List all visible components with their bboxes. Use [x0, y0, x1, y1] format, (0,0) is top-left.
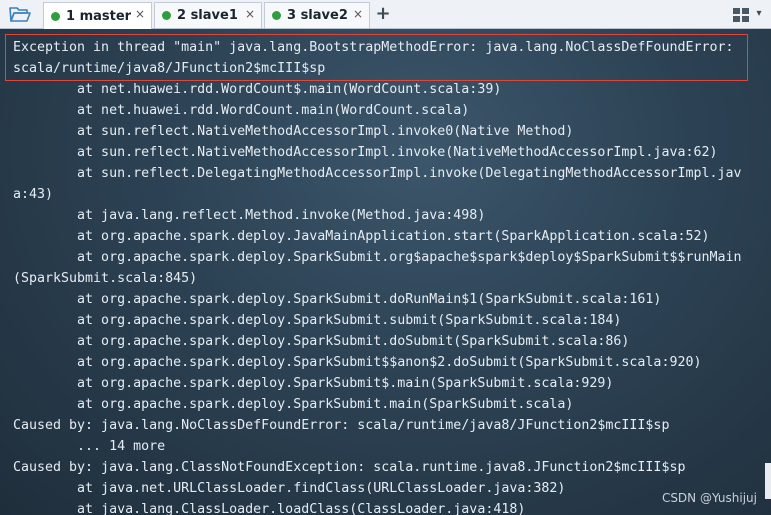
- session-status-icon: [51, 11, 60, 21]
- close-icon[interactable]: ×: [353, 7, 363, 21]
- terminal-line: at net.huawei.rdd.WordCount.main(WordCou…: [13, 103, 470, 118]
- terminal-line: at org.apache.spark.deploy.SparkSubmit.o…: [13, 250, 742, 265]
- terminal-line: at org.apache.spark.deploy.SparkSubmit.d…: [13, 292, 662, 307]
- terminal-line: at org.apache.spark.deploy.SparkSubmit.m…: [13, 397, 574, 412]
- tab-bar: 1 master × 2 slave1 × 3 slave2 × + ▾: [0, 0, 771, 29]
- terminal-app-window: 1 master × 2 slave1 × 3 slave2 × + ▾ Exc…: [0, 0, 771, 515]
- terminal-output[interactable]: Exception in thread "main" java.lang.Boo…: [0, 29, 771, 515]
- chevron-down-icon[interactable]: ▾: [752, 6, 766, 22]
- tab-label: 3 slave2: [287, 8, 348, 23]
- folder-open-icon[interactable]: [5, 3, 35, 25]
- tab-label: 1 master: [66, 8, 132, 24]
- scrollbar-thumb[interactable]: [765, 463, 771, 499]
- terminal-line: at net.huawei.rdd.WordCount$.main(WordCo…: [13, 82, 502, 97]
- terminal-line: at java.net.URLClassLoader.findClass(URL…: [13, 481, 566, 496]
- session-status-icon: [272, 11, 281, 20]
- session-status-icon: [162, 11, 171, 20]
- tab-slave2[interactable]: 3 slave2 ×: [264, 2, 370, 28]
- tab-master[interactable]: 1 master ×: [43, 2, 152, 29]
- terminal-line: at org.apache.spark.deploy.SparkSubmit.d…: [13, 334, 630, 349]
- watermark-text: CSDN @Yushijuj: [661, 491, 757, 505]
- add-tab-button[interactable]: +: [373, 3, 393, 25]
- terminal-line: at sun.reflect.DelegatingMethodAccessorI…: [13, 166, 742, 181]
- terminal-line: Caused by: java.lang.NoClassDefFoundErro…: [13, 418, 670, 433]
- terminal-line: (SparkSubmit.scala:845): [13, 271, 198, 286]
- terminal-line: a:43): [13, 187, 54, 202]
- terminal-line: at org.apache.spark.deploy.SparkSubmit.s…: [13, 313, 622, 328]
- close-icon[interactable]: ×: [245, 7, 255, 21]
- terminal-line: at org.apache.spark.deploy.JavaMainAppli…: [13, 229, 710, 244]
- tab-label: 2 slave1: [177, 8, 238, 23]
- terminal-line: at java.lang.reflect.Method.invoke(Metho…: [13, 208, 486, 223]
- grid-layout-icon[interactable]: [733, 7, 749, 22]
- terminal-line: scala/runtime/java8/JFunction2$mcIII$sp: [13, 61, 326, 76]
- terminal-line: ... 14 more: [13, 439, 166, 454]
- terminal-line: Caused by: java.lang.ClassNotFoundExcept…: [13, 460, 686, 475]
- terminal-line: at org.apache.spark.deploy.SparkSubmit$$…: [13, 355, 702, 370]
- close-icon[interactable]: ×: [135, 7, 145, 21]
- terminal-line: at java.lang.ClassLoader.loadClass(Class…: [13, 502, 526, 515]
- tab-slave1[interactable]: 2 slave1 ×: [154, 2, 262, 28]
- terminal-line: at org.apache.spark.deploy.SparkSubmit$.…: [13, 376, 614, 391]
- terminal-line: Exception in thread "main" java.lang.Boo…: [13, 40, 734, 55]
- terminal-line: at sun.reflect.NativeMethodAccessorImpl.…: [13, 124, 574, 139]
- terminal-line: at sun.reflect.NativeMethodAccessorImpl.…: [13, 145, 718, 160]
